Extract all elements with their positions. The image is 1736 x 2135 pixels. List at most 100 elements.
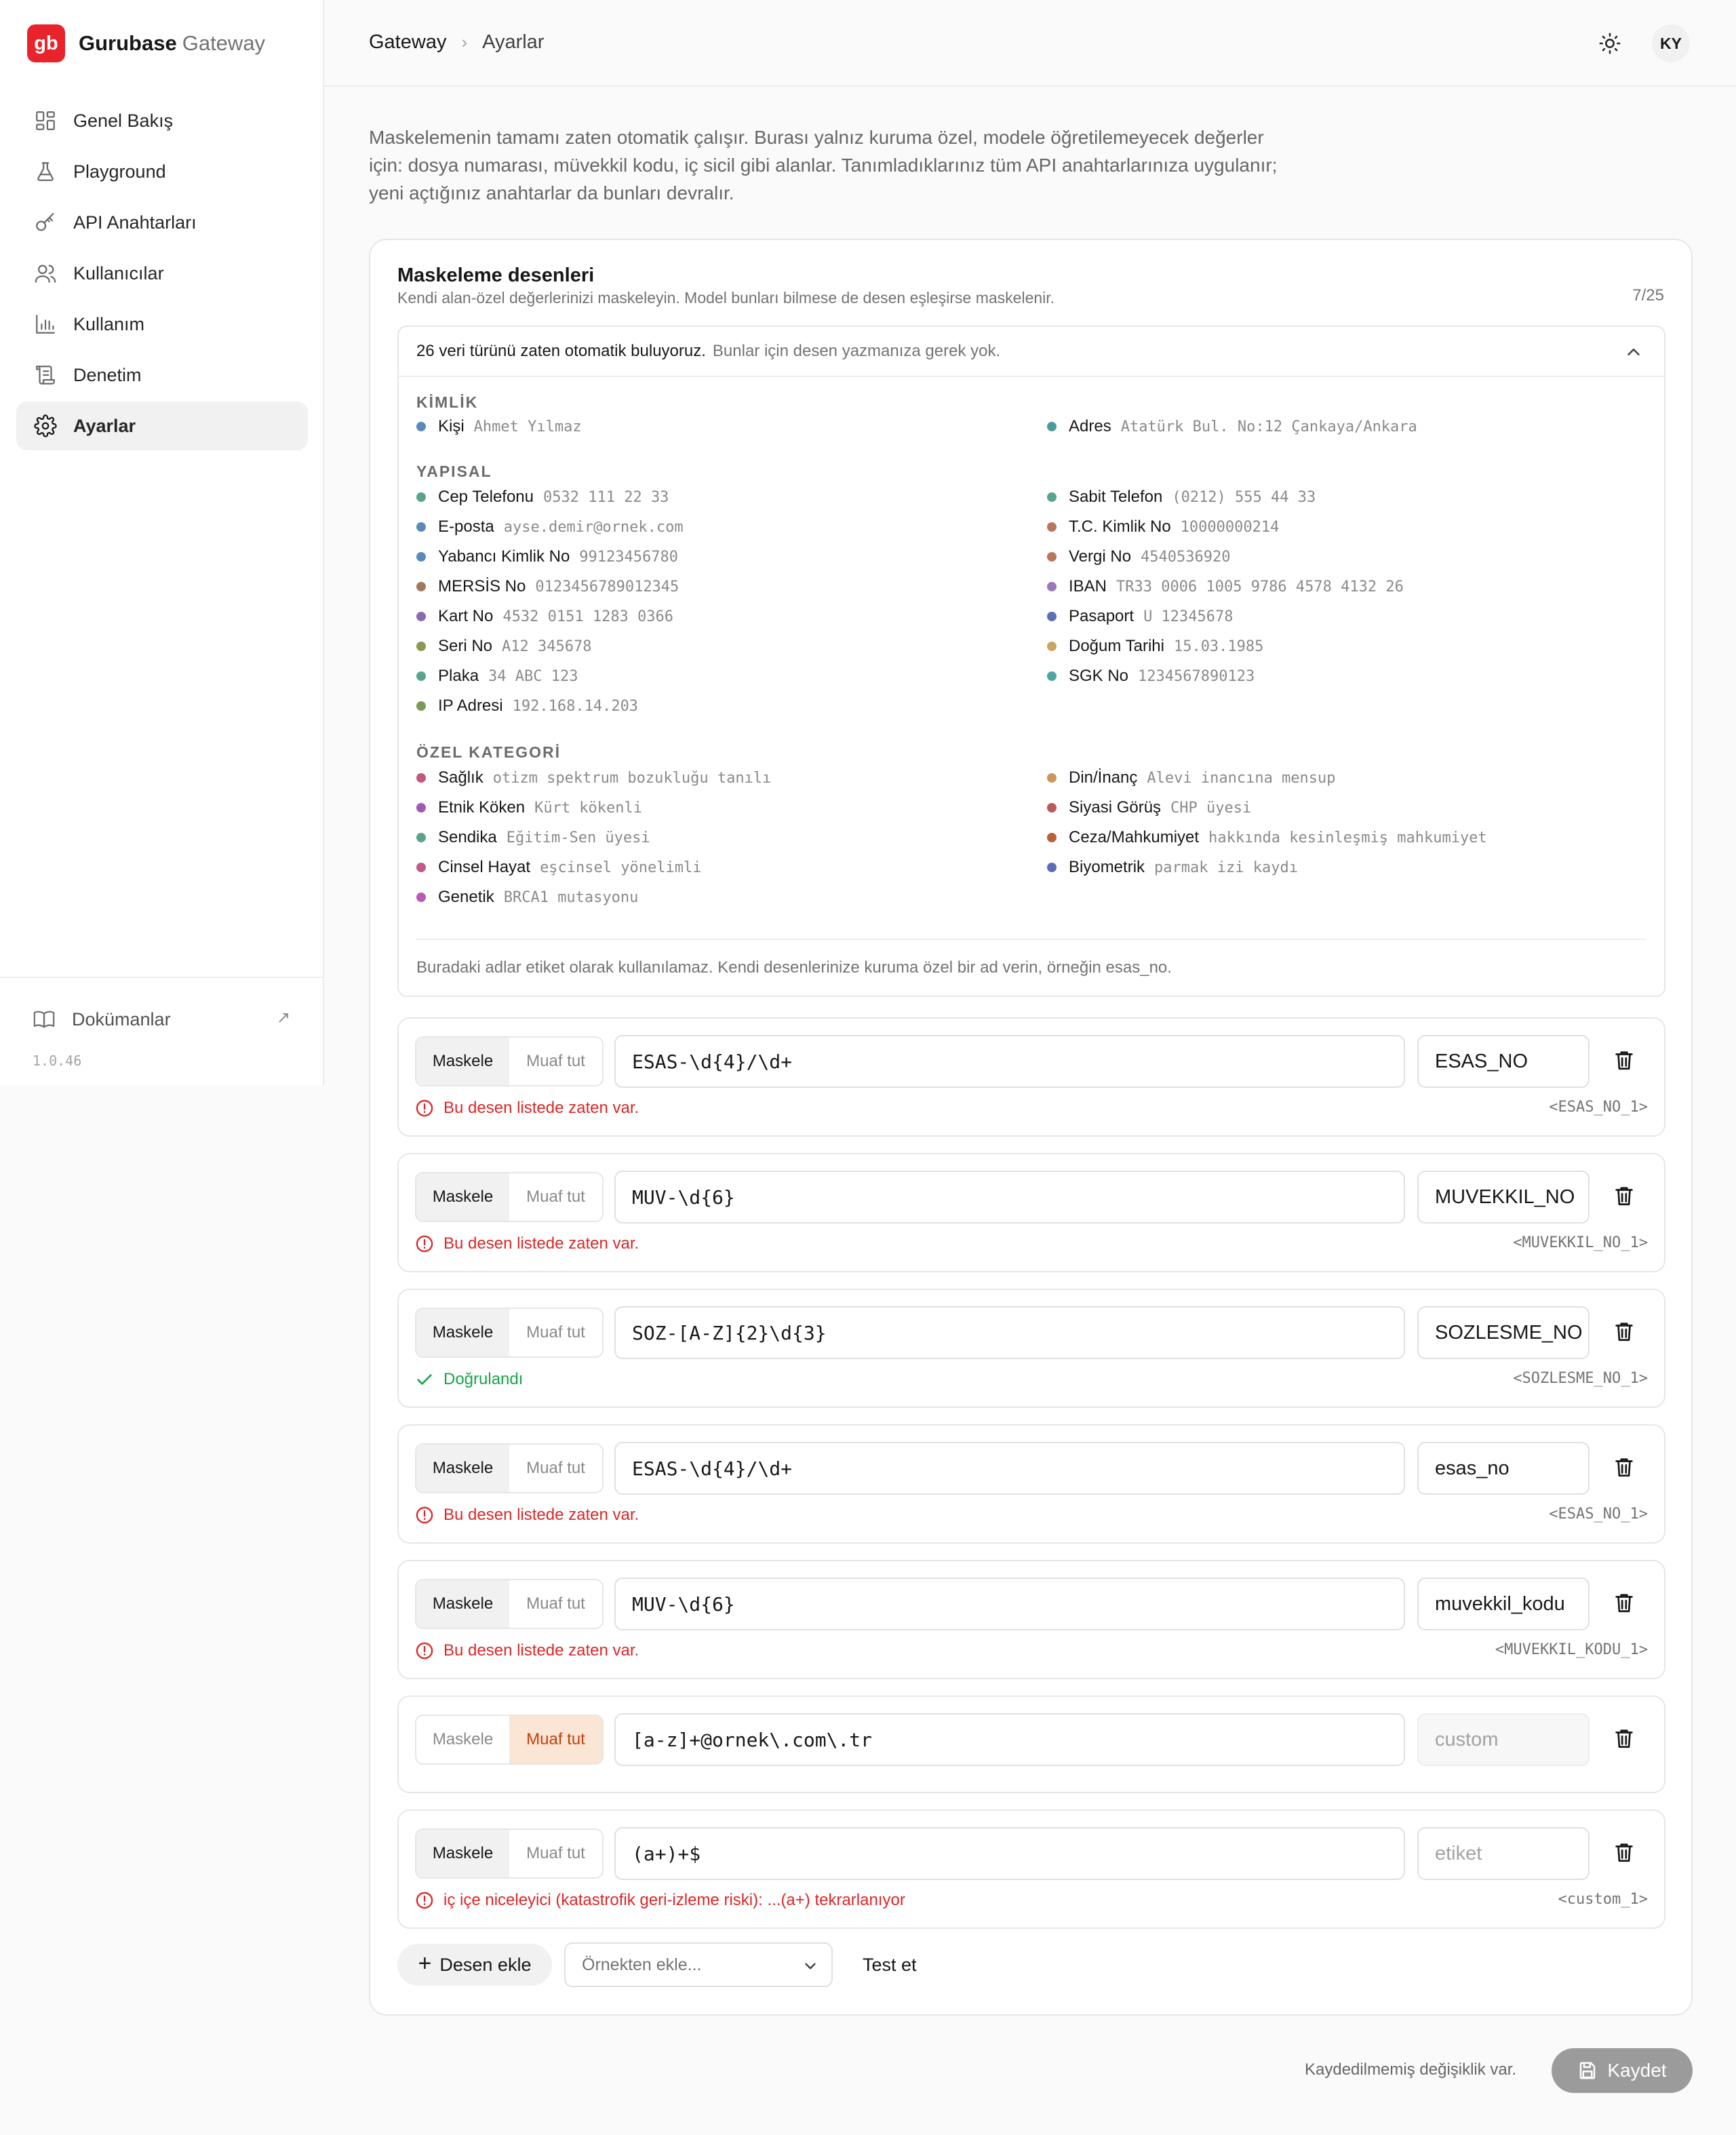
sidebar-item-users[interactable]: Kullanıcılar [16, 249, 308, 298]
delete-pattern-button[interactable] [1613, 1455, 1638, 1481]
type-item: Sabit Telefon (0212) 555 44 33 [1047, 487, 1657, 507]
docs-link[interactable]: Dokümanlar ↗ [33, 1008, 290, 1031]
label-input[interactable]: etiket [1417, 1827, 1590, 1880]
type-name: MERSİS No [438, 577, 526, 595]
pattern-input[interactable]: SOZ-[A-Z]{2}\d{3} [614, 1306, 1405, 1359]
pattern-row: Maskele Muaf tut MUV-\d{6} muvekkil_kodu Bu … [397, 1560, 1665, 1679]
trash-icon [1615, 1051, 1633, 1070]
sidebar-item-key[interactable]: API Anahtarları [16, 198, 308, 247]
type-color-dot [1047, 833, 1057, 842]
sidebar-item-gear[interactable]: Ayarlar [16, 401, 308, 450]
add-pattern-label: Desen ekle [439, 1954, 532, 1975]
mode-exempt-option[interactable]: Muaf tut [509, 1445, 602, 1492]
type-example: hakkında kesinleşmiş mahkumiyet [1208, 829, 1487, 846]
mode-mask-option[interactable]: Maskele [416, 1716, 509, 1763]
grid-icon [33, 108, 58, 134]
pattern-input[interactable]: MUV-\d{6} [614, 1171, 1405, 1223]
type-example: CHP üyesi [1170, 799, 1252, 817]
mode-exempt-option[interactable]: Muaf tut [509, 1038, 602, 1085]
label-input[interactable]: ESAS_NO [1417, 1035, 1590, 1088]
mode-mask-option[interactable]: Maskele [416, 1580, 509, 1628]
theme-toggle-button[interactable] [1594, 27, 1626, 60]
save-button[interactable]: Kaydet [1552, 2048, 1693, 2093]
mode-exempt-option[interactable]: Muaf tut [509, 1309, 602, 1356]
topbar: Gateway › Ayarlar KY [324, 0, 1736, 87]
docs-label: Dokümanlar [72, 1008, 171, 1030]
breadcrumb-root[interactable]: Gateway [369, 31, 446, 54]
mode-mask-option[interactable]: Maskele [416, 1445, 509, 1492]
mode-exempt-option[interactable]: Muaf tut [509, 1716, 602, 1763]
mode-exempt-option[interactable]: Muaf tut [509, 1173, 602, 1221]
sidebar-item-label: Playground [73, 161, 166, 182]
key-icon [33, 210, 58, 235]
type-example: Kürt kökenli [534, 799, 643, 817]
book-icon [33, 1011, 55, 1028]
label-input[interactable]: MUVEKKIL_NO [1417, 1171, 1590, 1223]
pattern-row: Maskele Muaf tut (a+)+$ etiket iç içe nicele… [397, 1809, 1665, 1929]
type-item: Vergi No 4540536920 [1047, 547, 1657, 567]
pattern-input[interactable]: MUV-\d{6} [614, 1578, 1405, 1630]
delete-pattern-button[interactable] [1613, 1184, 1638, 1210]
builtin-types-header[interactable]: 26 veri türünü zaten otomatik buluyoruz.… [399, 327, 1664, 377]
add-pattern-button[interactable]: + Desen ekle [397, 1944, 552, 1986]
sun-icon [1599, 33, 1621, 54]
mode-toggle: Maskele Muaf tut [415, 1308, 604, 1358]
delete-pattern-button[interactable] [1613, 1320, 1638, 1346]
pattern-input[interactable]: ESAS-\d{4}/\d+ [614, 1035, 1405, 1088]
pattern-input[interactable]: ESAS-\d{4}/\d+ [614, 1442, 1405, 1495]
avatar[interactable]: KY [1652, 24, 1690, 62]
delete-pattern-button[interactable] [1613, 1727, 1638, 1752]
type-name: Seri No [438, 637, 493, 655]
sidebar-item-scroll[interactable]: Denetim [16, 351, 308, 399]
sidebar-item-grid[interactable]: Genel Bakış [16, 96, 308, 145]
delete-pattern-button[interactable] [1613, 1841, 1638, 1866]
mode-mask-option[interactable]: Maskele [416, 1173, 509, 1221]
alert-circle-icon [415, 1641, 443, 1660]
mode-mask-option[interactable]: Maskele [416, 1309, 509, 1356]
mode-exempt-option[interactable]: Muaf tut [509, 1580, 602, 1628]
type-example: Alevi inancına mensup [1147, 769, 1336, 787]
type-item: Siyasi Görüş CHP üyesi [1047, 798, 1657, 818]
label-input[interactable]: SOZLESME_NO [1417, 1306, 1590, 1359]
pattern-status: Doğrulandı [415, 1370, 523, 1389]
mode-exempt-option[interactable]: Muaf tut [509, 1830, 602, 1877]
breadcrumb-current: Ayarlar [482, 31, 545, 53]
type-example: TR33 0006 1005 9786 4578 4132 26 [1116, 578, 1404, 595]
type-name: Genetik [438, 888, 494, 906]
trash-icon [1615, 1843, 1633, 1862]
external-link-icon: ↗ [276, 1008, 290, 1027]
type-item: Kişi Ahmet Yılmaz [416, 416, 1047, 437]
unsaved-notice: Kaydedilmemiş değişiklik var. [1305, 2060, 1517, 2079]
type-name: IP Adresi [438, 697, 503, 715]
sidebar-item-bar-chart[interactable]: Kullanım [16, 300, 308, 349]
type-example: 10000000214 [1180, 518, 1280, 536]
label-input[interactable]: muvekkil_kodu [1417, 1578, 1590, 1630]
type-example: U 12345678 [1143, 608, 1234, 625]
type-name: SGK No [1069, 667, 1129, 685]
breadcrumb: Gateway › Ayarlar [369, 31, 544, 54]
type-item: IP Adresi 192.168.14.203 [416, 696, 1047, 716]
example-select[interactable]: Örnekten ekle... [564, 1942, 833, 1987]
type-item: Pasaport U 12345678 [1047, 606, 1657, 627]
pattern-status: Bu desen listede zaten var. [415, 1099, 639, 1118]
type-color-dot [1047, 492, 1057, 502]
type-item: SGK No 1234567890123 [1047, 666, 1657, 686]
builtin-types-panel: 26 veri türünü zaten otomatik buluyoruz.… [397, 326, 1665, 997]
pattern-status: iç içe niceleyici (katastrofik geri-izle… [415, 1891, 905, 1910]
brand[interactable]: gb Gurubase Gateway [27, 24, 265, 62]
delete-pattern-button[interactable] [1613, 1049, 1638, 1074]
trash-icon [1615, 1323, 1633, 1341]
type-item: Plaka 34 ABC 123 [416, 666, 1047, 686]
type-item: Doğum Tarihi 15.03.1985 [1047, 636, 1657, 657]
type-color-dot [416, 522, 426, 532]
test-button[interactable]: Test et [863, 1942, 917, 1987]
pattern-status-text: iç içe niceleyici (katastrofik geri-izle… [443, 1891, 905, 1909]
type-item: Yabancı Kimlik No 99123456780 [416, 547, 1047, 567]
mode-mask-option[interactable]: Maskele [416, 1830, 509, 1877]
mode-mask-option[interactable]: Maskele [416, 1038, 509, 1085]
pattern-input[interactable]: (a+)+$ [614, 1827, 1405, 1880]
pattern-input[interactable]: [a-z]+@ornek\.com\.tr [614, 1713, 1405, 1766]
label-input[interactable]: esas_no [1417, 1442, 1590, 1495]
delete-pattern-button[interactable] [1613, 1591, 1638, 1617]
sidebar-item-flask[interactable]: Playground [16, 147, 308, 196]
